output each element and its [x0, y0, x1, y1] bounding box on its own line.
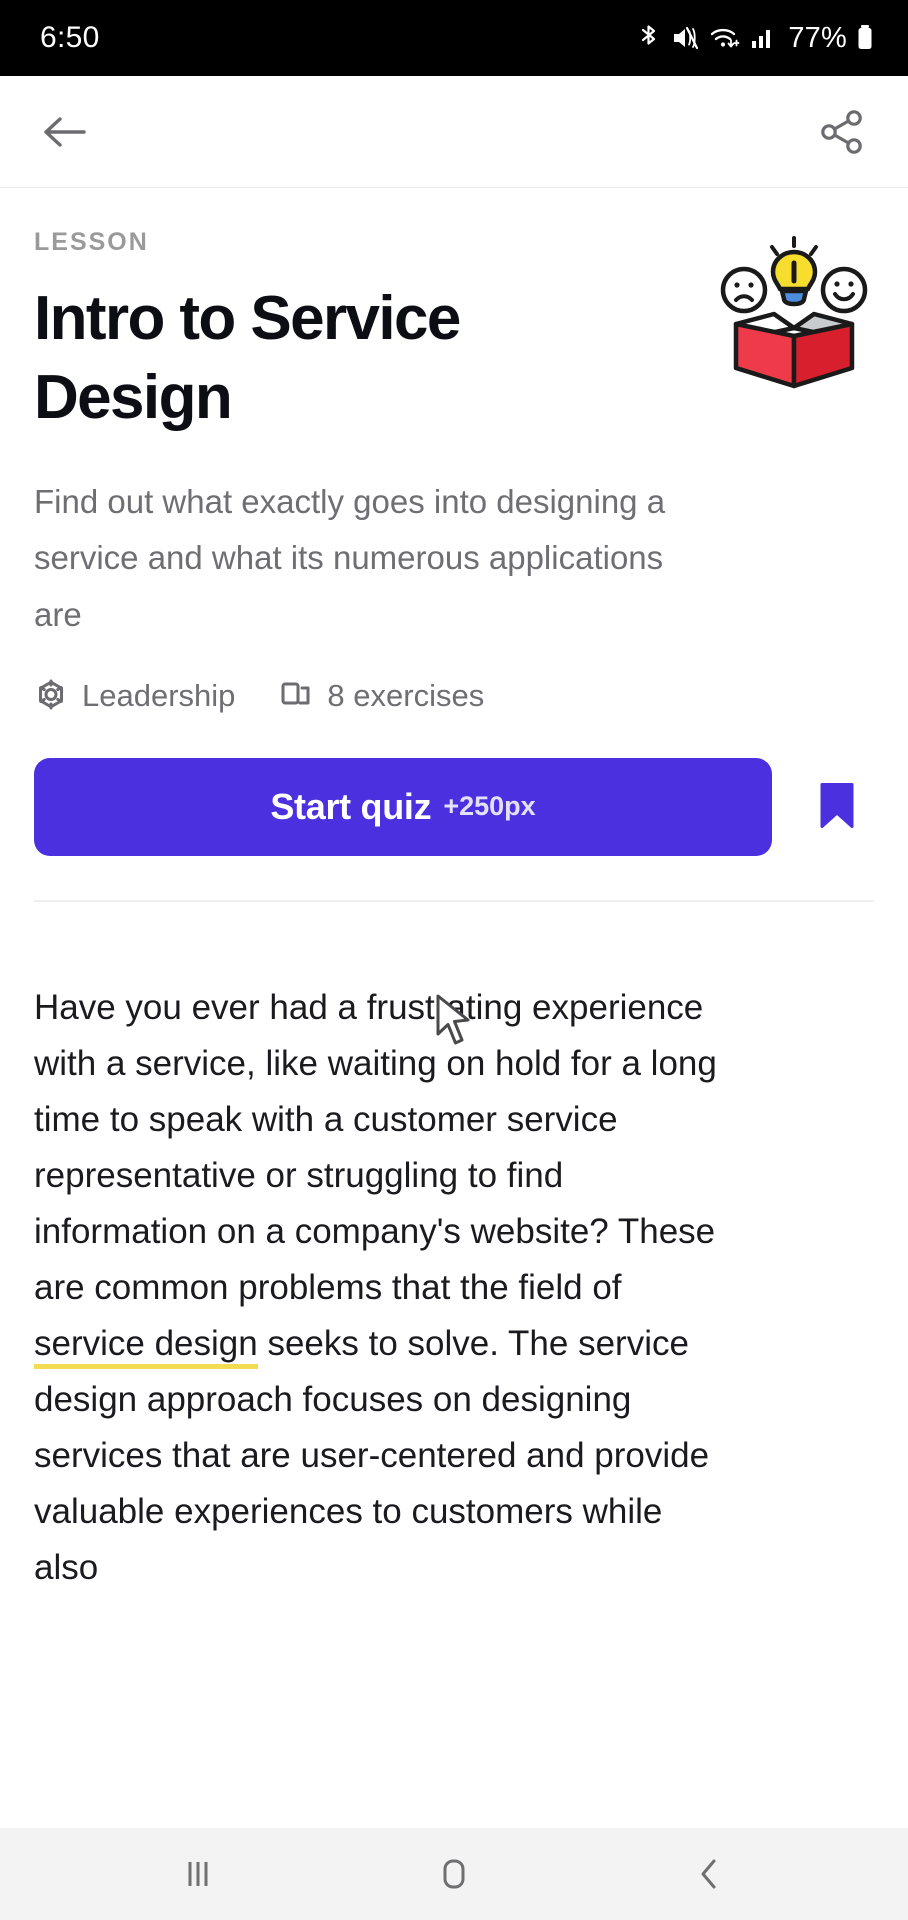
bookmark-button[interactable] — [800, 758, 874, 856]
bluetooth-icon — [637, 23, 661, 53]
mute-icon — [670, 23, 700, 53]
bookmark-filled-icon — [817, 780, 857, 833]
phone-screen: 6:50 77% LESSON Intro to Service Design … — [0, 0, 908, 1920]
idea-box-illustration — [714, 232, 874, 392]
nav-back-button[interactable] — [665, 1839, 755, 1909]
status-bar-icons: 77% — [637, 22, 874, 55]
meta-item-exercises[interactable]: 8 exercises — [279, 678, 484, 714]
recents-icon — [178, 1855, 218, 1893]
home-button[interactable] — [409, 1839, 499, 1909]
meta-label-category: Leadership — [82, 677, 236, 713]
start-quiz-label: Start quiz — [270, 785, 432, 827]
service-design-link[interactable]: service design — [34, 1323, 258, 1369]
android-nav-bar — [0, 1828, 908, 1920]
lesson-hero-text: LESSON Intro to Service Design — [34, 228, 714, 438]
lesson-type-label: LESSON — [34, 228, 149, 256]
lesson-content: LESSON Intro to Service Design Find out … — [0, 188, 908, 1828]
wifi-icon — [709, 23, 741, 53]
back-arrow-icon — [41, 111, 87, 153]
lesson-meta: Leadership 8 exercises — [34, 678, 874, 714]
page-title: Intro to Service Design — [34, 284, 461, 433]
nav-back-icon — [690, 1855, 730, 1893]
status-bar-clock: 6:50 — [40, 21, 100, 54]
exercises-cards-icon — [279, 679, 313, 713]
battery-icon — [856, 23, 874, 53]
cta-row: Start quiz +250px — [34, 757, 874, 856]
app-bar — [0, 76, 908, 188]
section-divider — [34, 899, 874, 902]
home-icon — [434, 1855, 474, 1893]
lesson-description: Find out what exactly goes into designin… — [34, 482, 666, 634]
category-gear-icon — [34, 679, 68, 713]
share-icon — [818, 108, 866, 156]
start-quiz-points: +250px — [443, 791, 536, 822]
article-paragraph: Have you ever had a frustrating experien… — [34, 980, 734, 1596]
lesson-hero: LESSON Intro to Service Design — [34, 188, 874, 438]
share-button[interactable] — [812, 102, 872, 162]
meta-item-category[interactable]: Leadership — [34, 678, 235, 714]
cellular-signal-icon — [750, 23, 776, 53]
battery-percent-label: 77% — [788, 21, 847, 54]
start-quiz-button[interactable]: Start quiz +250px — [34, 757, 772, 856]
meta-label-exercises: 8 exercises — [327, 677, 485, 713]
recents-button[interactable] — [153, 1839, 243, 1909]
article-text-before-link: Have you ever had a frustrating experien… — [34, 987, 717, 1307]
back-button[interactable] — [34, 102, 94, 162]
status-bar: 6:50 77% — [0, 0, 908, 76]
